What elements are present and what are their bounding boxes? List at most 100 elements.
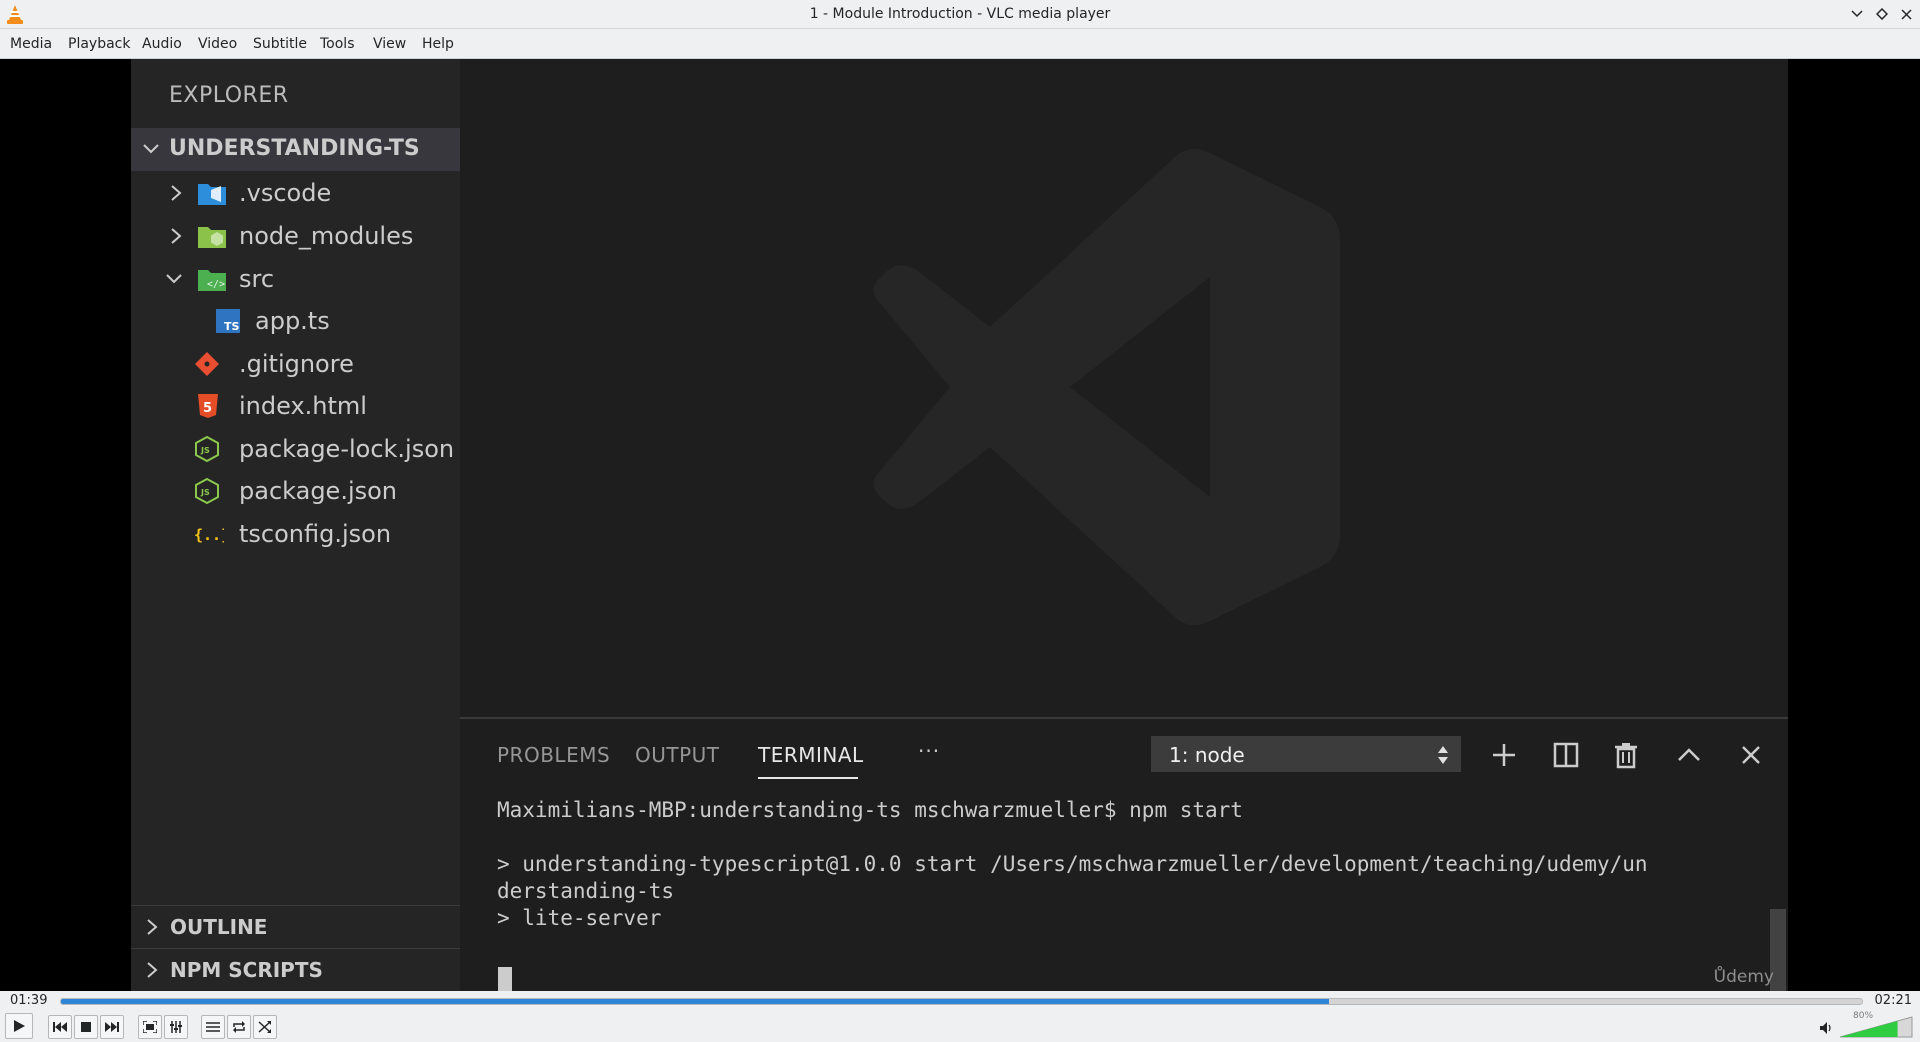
window-title: 1 - Module Introduction - VLC media play… — [809, 6, 1111, 22]
skip-forward-icon — [105, 1022, 119, 1032]
select-arrows-icon — [1438, 746, 1448, 764]
svg-text:{..}: {..} — [194, 526, 224, 544]
extended-settings-button[interactable] — [164, 1015, 188, 1039]
chevron-right-icon — [147, 962, 158, 978]
project-name: UNDERSTANDING-TS — [169, 136, 420, 161]
svg-text:</>: </> — [207, 279, 225, 290]
close-icon — [1900, 8, 1912, 20]
restore-icon — [1876, 8, 1888, 20]
seek-bar[interactable] — [60, 998, 1863, 1005]
tab-output: OUTPUT — [635, 743, 720, 767]
chevron-right-icon — [171, 228, 182, 244]
tree-item-label: package-lock.json — [239, 435, 455, 463]
vscode-folder-icon — [198, 184, 226, 205]
maximize-button[interactable] — [1873, 5, 1891, 23]
tree-item: {..} tsconfig.json — [131, 513, 460, 555]
menu-bar: Media Playback Audio Video Subtitle Tool… — [0, 29, 1920, 59]
total-time[interactable]: 02:21 — [1875, 993, 1912, 1008]
tree-item: TS app.ts — [131, 300, 460, 342]
menu-subtitle[interactable]: Subtitle — [253, 36, 307, 52]
tree-item: node_modules — [131, 215, 460, 257]
svg-text:JS: JS — [200, 446, 210, 455]
tree-item: JS package-lock.json — [131, 428, 460, 470]
terminal-line: Maximilians-MBP:understanding-ts mschwar… — [497, 798, 1243, 822]
active-tab-indicator — [758, 777, 858, 779]
tree-item-label: src — [239, 265, 275, 293]
volume-slider[interactable] — [1820, 1015, 1915, 1039]
tree-item: 5 index.html — [131, 385, 460, 427]
close-button[interactable] — [1897, 5, 1915, 23]
npm-scripts-label: NPM SCRIPTS — [170, 958, 323, 982]
tree-item: </> src — [131, 258, 460, 300]
more-actions: ··· — [918, 739, 941, 763]
play-button[interactable] — [5, 1013, 33, 1039]
playlist-icon — [206, 1022, 220, 1032]
tree-item-label: .vscode — [239, 179, 332, 207]
video-frame: EXPLORER UNDERSTANDING-TS .vscode node_m… — [131, 59, 1788, 991]
tree-item-label: app.ts — [255, 307, 330, 335]
stop-button[interactable] — [74, 1015, 98, 1039]
loop-button[interactable] — [227, 1015, 251, 1039]
tab-terminal: TERMINAL — [758, 743, 864, 767]
git-file-icon — [195, 352, 219, 376]
html-file-icon: 5 — [198, 394, 218, 418]
terminal-line: > understanding-typescript@1.0.0 start /… — [497, 852, 1648, 876]
menu-playback[interactable]: Playback — [68, 36, 130, 52]
svg-text:JS: JS — [200, 488, 210, 497]
loop-icon — [233, 1021, 245, 1033]
chevron-down-icon — [166, 274, 182, 284]
title-bar: 1 - Module Introduction - VLC media play… — [0, 0, 1920, 29]
nodejs-file-icon: JS — [195, 478, 219, 504]
project-row: UNDERSTANDING-TS — [131, 128, 460, 171]
fullscreen-button[interactable] — [138, 1015, 162, 1039]
npm-scripts-section: NPM SCRIPTS — [131, 948, 460, 990]
terminal-select: 1: node — [1151, 736, 1461, 772]
tree-item-label: index.html — [239, 392, 367, 420]
stop-icon — [81, 1022, 91, 1032]
video-area[interactable]: EXPLORER UNDERSTANDING-TS .vscode node_m… — [0, 59, 1920, 991]
terminal-panel: PROBLEMS OUTPUT TERMINAL ··· 1: node Max… — [460, 717, 1788, 991]
fullscreen-icon — [143, 1021, 157, 1033]
terminal-select-value: 1: node — [1169, 743, 1245, 767]
terminal-line: derstanding-ts — [497, 879, 675, 903]
menu-view[interactable]: View — [373, 36, 406, 52]
chevron-right-icon — [147, 919, 158, 935]
chevron-right-icon — [171, 185, 182, 201]
previous-button[interactable] — [48, 1015, 72, 1039]
node-folder-icon — [198, 227, 226, 248]
explorer-title: EXPLORER — [169, 83, 289, 108]
menu-help[interactable]: Help — [422, 36, 454, 52]
udemy-watermark: Ůdemy — [1713, 967, 1774, 987]
menu-audio[interactable]: Audio — [142, 36, 182, 52]
tree-item: .gitignore — [131, 343, 460, 385]
trash-icon — [1615, 743, 1637, 769]
elapsed-time[interactable]: 01:39 — [10, 993, 47, 1008]
outline-label: OUTLINE — [170, 915, 268, 939]
minimize-button[interactable] — [1848, 5, 1866, 23]
svg-text:TS: TS — [224, 320, 240, 333]
nodejs-file-icon: JS — [195, 436, 219, 462]
close-icon — [1742, 746, 1760, 764]
vscode-logo-icon — [873, 148, 1340, 626]
sliders-icon — [170, 1021, 182, 1033]
tree-item-label: node_modules — [239, 222, 414, 250]
chevron-down-icon — [1851, 10, 1863, 18]
tree-item-label: tsconfig.json — [239, 520, 392, 548]
skip-back-icon — [53, 1022, 67, 1032]
tree-item-label: package.json — [239, 477, 398, 505]
play-icon — [14, 1020, 25, 1032]
menu-video[interactable]: Video — [198, 36, 237, 52]
terminal-line: > lite-server — [497, 906, 662, 930]
menu-tools[interactable]: Tools — [320, 36, 355, 52]
tree-item: .vscode — [131, 172, 460, 214]
outline-section: OUTLINE — [131, 905, 460, 947]
menu-media[interactable]: Media — [10, 36, 52, 52]
next-button[interactable] — [100, 1015, 124, 1039]
tree-item: JS package.json — [131, 470, 460, 512]
playlist-button[interactable] — [201, 1015, 225, 1039]
shuffle-button[interactable] — [253, 1015, 277, 1039]
seek-progress — [61, 999, 1329, 1004]
shuffle-icon — [258, 1021, 271, 1033]
tab-problems: PROBLEMS — [497, 743, 611, 767]
